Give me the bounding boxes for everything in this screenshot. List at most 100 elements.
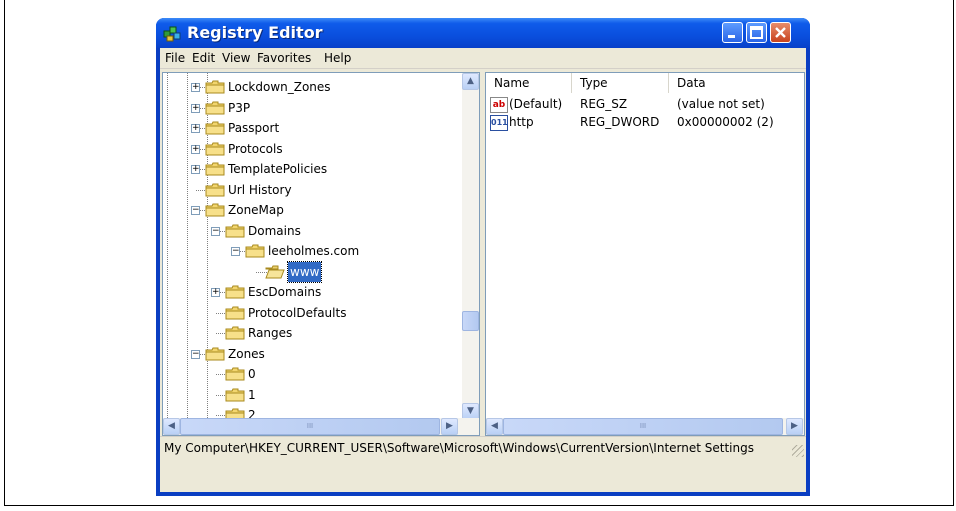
folder-icon	[225, 306, 245, 319]
tree-node[interactable]: www	[163, 260, 463, 283]
menu-favorites[interactable]: Favorites	[257, 51, 311, 65]
folder-icon	[205, 162, 225, 176]
tree-node-label: Passport	[228, 121, 280, 135]
collapse-icon[interactable]: −	[191, 206, 200, 215]
menu-bar: File Edit View Favorites Help	[160, 48, 806, 69]
tree-node-label: Lockdown_Zones	[228, 80, 331, 94]
window-client-area: File Edit View Favorites Help + Lockdown_…	[160, 48, 806, 492]
tree-node-label: EscDomains	[248, 285, 322, 299]
maximize-icon	[750, 26, 763, 39]
value-list-pane[interactable]: Name Type Data ab (Default) REG_SZ (valu…	[485, 72, 805, 436]
value-row[interactable]: ab (Default) REG_SZ (value not set)	[486, 95, 804, 113]
value-type: REG_SZ	[580, 97, 628, 111]
value-row[interactable]: 011 http REG_DWORD 0x00000002 (2)	[486, 113, 804, 131]
collapse-icon[interactable]: −	[231, 247, 240, 256]
tree-node-label: Zones	[228, 346, 265, 361]
registry-editor-window: Registry Editor File Edit View Favorites…	[156, 18, 810, 496]
tree-node[interactable]: Ranges	[163, 323, 463, 343]
tree-node-label: P3P	[228, 100, 251, 115]
tree-node[interactable]: + EscDomains	[163, 282, 463, 302]
expand-icon[interactable]: +	[191, 144, 200, 154]
tree-node-label: TemplatePolicies	[228, 162, 328, 176]
tree-node[interactable]: − leeholmes.com	[163, 241, 463, 261]
value-name: http	[509, 115, 534, 129]
tree-node[interactable]: + Passport	[163, 118, 463, 138]
key-tree-pane[interactable]: + Lockdown_Zones + P3P + Passport + Protocols + T…	[162, 72, 480, 436]
menu-edit[interactable]: Edit	[192, 51, 215, 65]
tree-node[interactable]: + Protocols	[163, 139, 463, 159]
collapse-icon[interactable]: −	[211, 226, 220, 236]
tree-node-label: Protocols	[228, 141, 283, 156]
tree-node[interactable]: − Domains	[163, 221, 463, 241]
value-type: REG_DWORD	[580, 115, 660, 129]
menu-view[interactable]: View	[222, 51, 250, 65]
menu-file[interactable]: File	[165, 51, 185, 65]
tree-node[interactable]: 1	[163, 385, 463, 405]
resize-grip[interactable]	[792, 445, 804, 457]
close-button[interactable]	[770, 22, 791, 43]
tree-node[interactable]: Url History	[163, 180, 463, 200]
tree-node-label: leeholmes.com	[268, 244, 360, 258]
minimize-button[interactable]	[722, 22, 743, 43]
folder-icon	[205, 183, 225, 196]
column-header-data[interactable]: Data	[669, 73, 804, 93]
expand-icon[interactable]: +	[191, 165, 200, 174]
tree-node-label: Domains	[248, 223, 301, 238]
tree-node[interactable]: + Lockdown_Zones	[163, 77, 463, 97]
tree-node-label: ZoneMap	[228, 203, 284, 217]
tree-vertical-scrollbar[interactable]: ▲ ▼	[462, 73, 479, 420]
open-folder-icon	[265, 265, 285, 278]
list-horizontal-scrollbar[interactable]: ◀ III ▶	[486, 418, 804, 435]
status-path: My Computer\HKEY_CURRENT_USER\Software\M…	[164, 441, 754, 455]
collapse-icon[interactable]: −	[191, 349, 200, 359]
folder-icon	[225, 326, 245, 340]
column-header-name[interactable]: Name	[486, 73, 572, 93]
value-data: (value not set)	[677, 97, 765, 111]
tree-node[interactable]: + TemplatePolicies	[163, 159, 463, 179]
tree-horizontal-scrollbar[interactable]: ◀ III ▶	[163, 418, 479, 435]
tree-node-label: 1	[248, 387, 256, 402]
expand-icon[interactable]: +	[191, 103, 200, 113]
tree-node[interactable]: 0	[163, 364, 463, 384]
status-bar: My Computer\HKEY_CURRENT_USER\Software\M…	[160, 436, 806, 459]
tree-node[interactable]: + P3P	[163, 98, 463, 118]
tree-scroll-right-button[interactable]: ▶	[441, 418, 458, 435]
tree-hscroll-thumb[interactable]: III	[180, 418, 440, 435]
column-header-type[interactable]: Type	[572, 73, 669, 93]
tree-node[interactable]: − ZoneMap	[163, 200, 463, 220]
tree-scroll-left-button[interactable]: ◀	[163, 418, 180, 435]
folder-icon	[205, 142, 225, 155]
value-data: 0x00000002 (2)	[677, 115, 774, 129]
folder-icon	[245, 244, 265, 258]
expand-icon[interactable]: +	[191, 124, 200, 133]
tree-scroll-up-button[interactable]: ▲	[462, 73, 479, 90]
tree-node-label: 0	[248, 367, 256, 381]
menu-help[interactable]: Help	[324, 51, 351, 65]
expand-icon[interactable]: +	[191, 83, 200, 92]
close-icon	[775, 27, 786, 38]
maximize-button[interactable]	[746, 22, 767, 43]
folder-icon	[205, 121, 225, 135]
folder-icon	[205, 347, 225, 360]
folder-icon	[205, 101, 225, 114]
folder-icon	[225, 285, 245, 299]
expand-icon[interactable]: +	[211, 288, 220, 297]
minimize-icon	[728, 35, 735, 38]
list-scroll-left-button[interactable]: ◀	[486, 418, 503, 435]
folder-icon	[205, 203, 225, 217]
tree-scroll-thumb[interactable]	[462, 311, 479, 331]
tree-node-label: Url History	[228, 182, 292, 197]
tree-node-label: Ranges	[248, 326, 293, 340]
folder-icon	[225, 388, 245, 401]
title-bar[interactable]: Registry Editor	[156, 18, 810, 48]
list-scroll-right-button[interactable]: ▶	[786, 418, 803, 435]
tree-node[interactable]: ProtocolDefaults	[163, 303, 463, 323]
string-value-icon: ab	[490, 97, 508, 113]
list-hscroll-thumb[interactable]: III	[503, 418, 783, 435]
value-name: (Default)	[509, 97, 563, 111]
folder-icon	[225, 367, 245, 381]
tree-node[interactable]: − Zones	[163, 344, 463, 364]
window-title: Registry Editor	[187, 23, 323, 42]
tree-node-label: www	[286, 260, 323, 283]
folder-icon	[205, 80, 225, 94]
